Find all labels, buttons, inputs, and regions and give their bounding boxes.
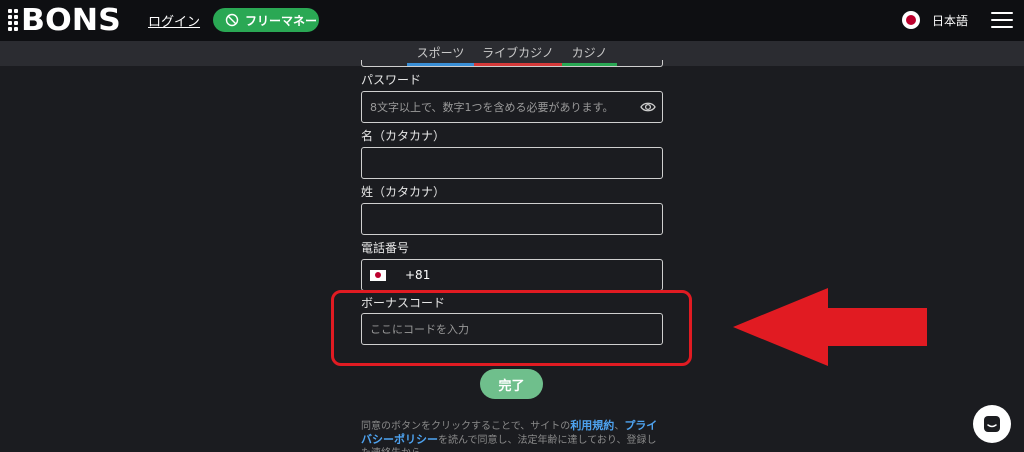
first-name-field[interactable] [361,147,663,179]
chat-button[interactable] [973,405,1011,443]
terms-text-before: 同意のボタンをクリックすることで、サイトの [361,421,571,432]
logo-dots-icon [8,9,18,31]
chat-icon [984,416,1000,432]
terms-text: 同意のボタンをクリックすることで、サイトの利用規約、プライバシーポリシーを読んで… [361,419,661,452]
terms-separator: 、 [614,421,625,432]
language-label: 日本語 [932,13,969,28]
language-selector[interactable]: 日本語 [902,11,968,29]
free-money-button[interactable]: フリーマネー [213,8,319,32]
password-field[interactable]: 8文字以上で、数字1つを含める必要があります。 [361,91,663,123]
first-name-label: 名（カタカナ） [361,129,446,143]
last-name-field[interactable] [361,203,663,235]
password-placeholder: 8文字以上で、数字1つを含める必要があります。 [370,101,614,114]
previous-field-edge [361,60,663,67]
japan-flag-icon [902,11,920,29]
red-arrow-icon [733,288,927,366]
top-header: BONS ログイン フリーマネー 日本語 [0,0,1024,41]
phone-label: 電話番号 [361,241,410,255]
japan-flag-icon[interactable] [370,269,386,281]
hamburger-menu-icon[interactable] [991,12,1013,28]
free-money-label: フリーマネー [245,13,318,28]
bonus-code-highlight [331,290,692,366]
eye-icon[interactable] [640,100,656,114]
phone-field[interactable]: +81 [361,259,663,291]
no-money-icon [225,13,239,27]
bons-logo[interactable]: BONS [8,3,121,38]
password-label: パスワード [361,73,422,87]
phone-country-code: +81 [405,268,431,282]
complete-button[interactable]: 完了 [480,369,543,399]
login-link[interactable]: ログイン [148,11,200,30]
logo-text: BONS [21,2,121,38]
last-name-label: 姓（カタカナ） [361,185,446,199]
terms-of-use-link[interactable]: 利用規約 [570,419,614,432]
